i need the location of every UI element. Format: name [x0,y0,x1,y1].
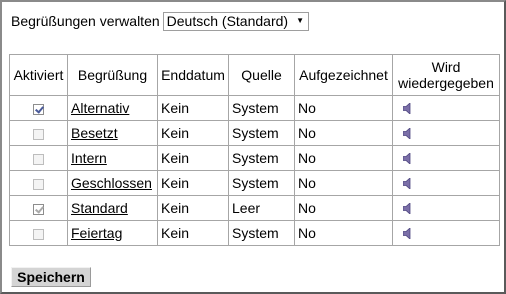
speaker-icon[interactable] [402,201,412,217]
save-button[interactable]: Speichern [11,267,91,287]
column-header-recorded: Aufgezeichnet [294,54,393,96]
enabled-cell [9,95,68,121]
speaker-icon[interactable] [402,126,412,142]
source-cell: System [228,95,295,121]
playback-cell [392,195,500,221]
greeting-link[interactable]: Geschlossen [71,175,152,191]
source-cell: System [228,120,295,146]
recorded-cell: No [294,220,393,246]
enabled-cell [9,145,68,171]
header: Begrüßungen verwalten Deutsch (Standard)… [11,11,309,31]
column-header-end-date: Enddatum [157,54,229,96]
header-label: Begrüßungen verwalten [11,13,160,29]
playback-cell [392,145,500,171]
greeting-cell: Feiertag [67,220,158,246]
greeting-cell: Alternativ [67,95,158,121]
greetings-table: Aktiviert Begrüßung Enddatum Quelle Aufg… [9,54,500,246]
greeting-link[interactable]: Standard [71,200,128,216]
speaker-icon[interactable] [402,101,412,117]
enabled-cell [9,170,68,196]
enabled-checkbox[interactable] [33,128,44,140]
end-date-cell: Kein [157,145,229,171]
greeting-link[interactable]: Intern [71,150,107,166]
enabled-cell [9,195,68,221]
playback-cell [392,220,500,246]
greeting-cell: Besetzt [67,120,158,146]
greeting-cell: Geschlossen [67,170,158,196]
source-cell: System [228,170,295,196]
end-date-cell: Kein [157,95,229,121]
window-frame: Begrüßungen verwalten Deutsch (Standard)… [0,0,506,294]
end-date-cell: Kein [157,120,229,146]
enabled-checkbox[interactable] [33,153,44,165]
table-header-row: Aktiviert Begrüßung Enddatum Quelle Aufg… [9,54,500,96]
enabled-checkbox[interactable] [33,103,44,115]
column-header-source: Quelle [228,54,295,96]
end-date-cell: Kein [157,220,229,246]
recorded-cell: No [294,95,393,121]
playback-cell [392,170,500,196]
recorded-cell: No [294,170,393,196]
table-row: Geschlossen Kein System No [9,170,500,196]
recorded-cell: No [294,120,393,146]
playback-cell [392,95,500,121]
enabled-checkbox[interactable] [33,178,44,190]
speaker-icon[interactable] [402,226,412,242]
end-date-cell: Kein [157,170,229,196]
table-row: Besetzt Kein System No [9,120,500,146]
greeting-link[interactable]: Besetzt [71,125,118,141]
enabled-cell [9,120,68,146]
greeting-cell: Intern [67,145,158,171]
recorded-cell: No [294,195,393,221]
greeting-cell: Standard [67,195,158,221]
enabled-checkbox [33,203,44,215]
source-cell: System [228,145,295,171]
enabled-checkbox[interactable] [33,228,44,240]
column-header-enabled: Aktiviert [9,54,68,96]
table-row: Alternativ Kein System No [9,95,500,121]
source-cell: System [228,220,295,246]
playback-cell [392,120,500,146]
dropdown-arrow-icon: ▼ [296,16,304,25]
greeting-link[interactable]: Feiertag [71,225,122,241]
source-cell: Leer [228,195,295,221]
recorded-cell: No [294,145,393,171]
speaker-icon[interactable] [402,151,412,167]
table-row: Intern Kein System No [9,145,500,171]
column-header-greeting: Begrüßung [67,54,158,96]
enabled-cell [9,220,68,246]
greeting-link[interactable]: Alternativ [71,100,129,116]
table-row: Standard Kein Leer No [9,195,500,221]
language-select[interactable]: Deutsch (Standard) ▼ [162,11,309,31]
table-row: Feiertag Kein System No [9,220,500,246]
language-select-value: Deutsch (Standard) [166,13,289,29]
end-date-cell: Kein [157,195,229,221]
speaker-icon[interactable] [402,176,412,192]
column-header-playback: Wird wiedergegeben [392,54,500,96]
